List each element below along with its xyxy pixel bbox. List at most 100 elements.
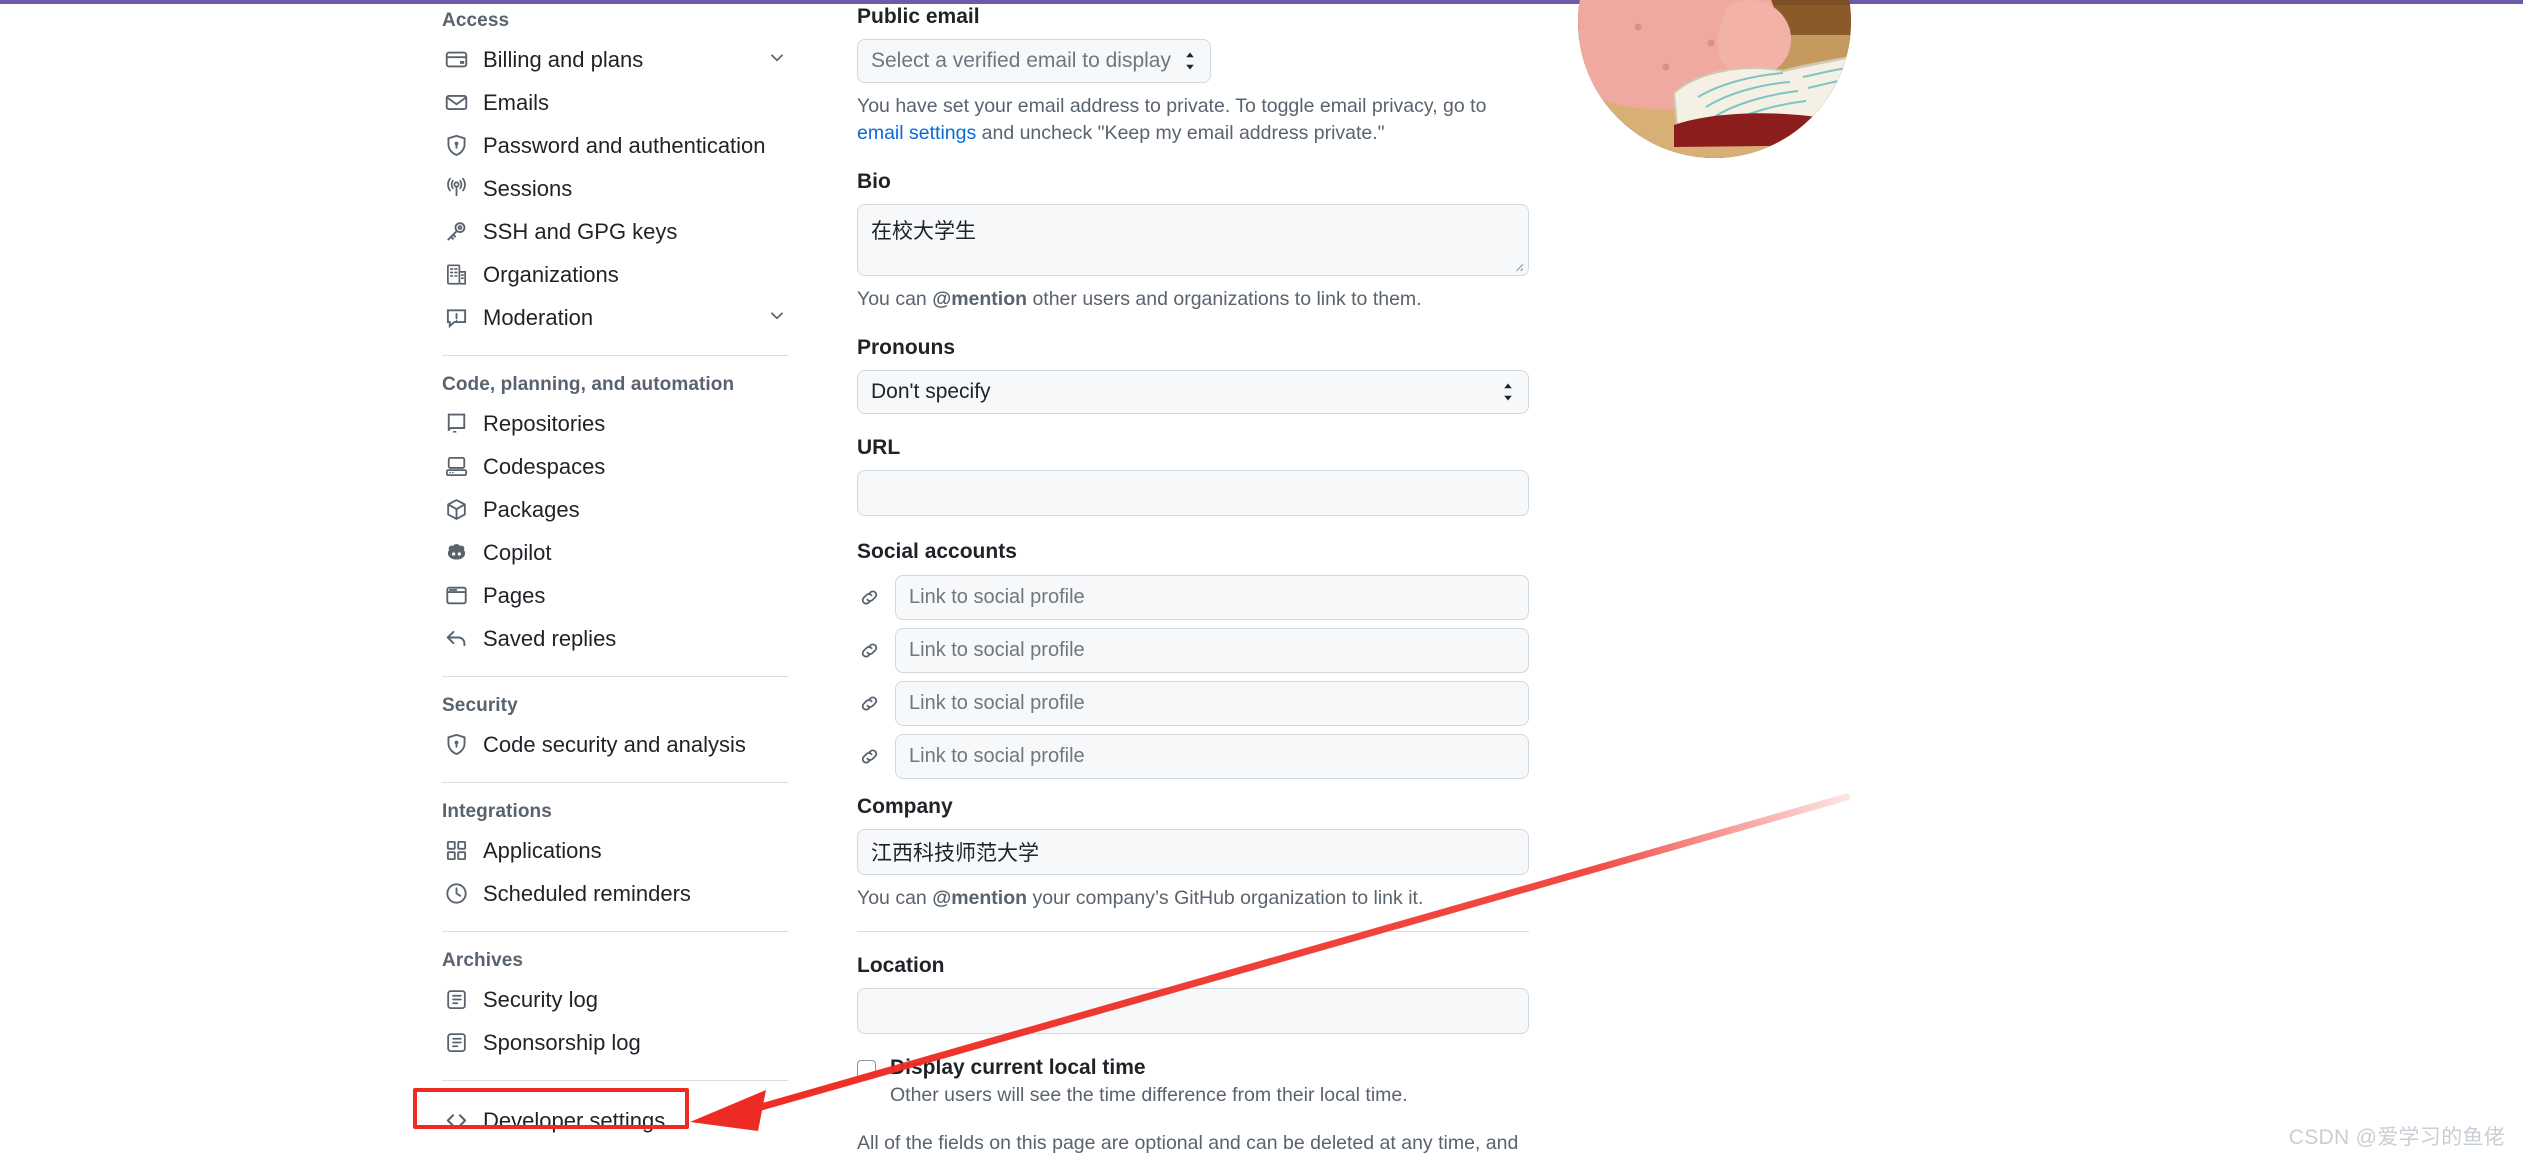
sidebar-item-label: Organizations: [483, 261, 619, 287]
sidebar-item-password-and-authentication[interactable]: Password and authentication: [430, 124, 800, 167]
chevron-down-icon: [768, 306, 786, 329]
code-icon: [442, 1107, 470, 1135]
sidebar-item-saved-replies[interactable]: Saved replies: [430, 617, 800, 660]
sidebar-item-ssh-and-gpg-keys[interactable]: SSH and GPG keys: [430, 210, 800, 253]
sidebar-item-label: Developer settings: [483, 1107, 666, 1133]
bio-hint: You can @mention other users and organiz…: [857, 286, 1529, 313]
field-bio: Bio 在校大学生 You can @mention other users a…: [857, 170, 1529, 313]
hint-text-before: You have set your email address to priva…: [857, 95, 1487, 117]
display-local-time-checkbox[interactable]: [857, 1059, 876, 1079]
sidebar-group-access: Access Billing and plans Emails Password…: [430, 10, 800, 339]
social-profile-input[interactable]: Link to social profile: [895, 681, 1529, 727]
sidebar-item-applications[interactable]: Applications: [430, 829, 800, 872]
field-display-local-time: Display current local time Other users w…: [857, 1056, 1529, 1107]
shield-lock-icon: [442, 731, 470, 759]
company-input[interactable]: 江西科技师范大学: [857, 829, 1529, 876]
pronouns-select[interactable]: Don't specify: [857, 370, 1529, 415]
sidebar-item-scheduled-reminders[interactable]: Scheduled reminders: [430, 872, 800, 915]
sidebar-item-moderation[interactable]: Moderation: [430, 296, 800, 339]
field-url: URL: [857, 436, 1529, 517]
sidebar-item-security-log[interactable]: Security log: [430, 978, 800, 1021]
profile-form: Public email Select a verified email to …: [857, 0, 1529, 1161]
link-icon: [857, 587, 881, 608]
avatar[interactable]: [1578, 0, 1851, 158]
field-pronouns: Pronouns Don't specify: [857, 336, 1529, 415]
log-icon: [442, 986, 470, 1014]
social-profile-input[interactable]: Link to social profile: [895, 575, 1529, 621]
location-label: Location: [857, 953, 945, 977]
sidebar-item-sessions[interactable]: Sessions: [430, 167, 800, 210]
field-company: Company 江西科技师范大学 You can @mention your c…: [857, 795, 1529, 912]
credit-card-icon: [442, 46, 470, 74]
sidebar-item-pages[interactable]: Pages: [430, 574, 800, 617]
sidebar-item-label: Repositories: [483, 410, 606, 436]
package-icon: [442, 496, 470, 524]
sidebar-item-label: Security log: [483, 986, 598, 1012]
pronouns-selected-value: Don't specify: [871, 380, 991, 404]
key-icon: [442, 218, 470, 246]
hint-text-after: and uncheck "Keep my email address priva…: [976, 121, 1385, 144]
sidebar-group-archives: Archives Security log Sponsorship log: [430, 950, 800, 1064]
social-account-row: Link to social profile: [857, 681, 1529, 727]
csdn-watermark: CSDN @爱学习的鱼佬: [2288, 1126, 2505, 1149]
display-local-time-label: Display current local time: [890, 1055, 1146, 1079]
sidebar-item-label: Packages: [483, 496, 580, 522]
url-input[interactable]: [857, 470, 1529, 517]
select-spinner-icon: [1501, 382, 1515, 402]
hint-text-after: other users and organizations to link to…: [1027, 288, 1422, 311]
sidebar-item-billing-and-plans[interactable]: Billing and plans: [430, 38, 800, 81]
hint-text-before: You can: [857, 887, 933, 910]
public-email-label: Public email: [857, 5, 980, 28]
public-email-select[interactable]: Select a verified email to display: [857, 39, 1211, 83]
email-settings-link[interactable]: email settings: [857, 122, 976, 144]
sidebar-item-label: Sponsorship log: [483, 1029, 641, 1055]
sidebar-group-title: Code, planning, and automation: [442, 374, 735, 395]
page-root: Access Billing and plans Emails Password…: [0, 0, 2523, 1161]
pronouns-label: Pronouns: [857, 336, 955, 360]
sidebar-item-repositories[interactable]: Repositories: [430, 402, 800, 445]
location-input[interactable]: [857, 987, 1529, 1034]
sidebar-item-packages[interactable]: Packages: [430, 488, 800, 531]
hint-text-after: your company’s GitHub organization to li…: [1027, 887, 1424, 910]
social-profile-input[interactable]: Link to social profile: [895, 628, 1529, 674]
sidebar-item-developer-settings[interactable]: Developer settings: [430, 1099, 800, 1142]
field-social-accounts: Social accounts Link to social profile L…: [857, 540, 1529, 780]
sidebar-item-label: Billing and plans: [483, 46, 644, 72]
sidebar-group-title: Access: [442, 10, 510, 31]
display-local-time-sub: Other users will see the time difference…: [890, 1083, 1408, 1106]
public-email-hint: You have set your email address to priva…: [857, 93, 1529, 146]
sidebar-item-copilot[interactable]: Copilot: [430, 531, 800, 574]
log-icon: [442, 1029, 470, 1057]
sidebar-divider: [442, 782, 788, 783]
sidebar-item-label: Saved replies: [483, 625, 617, 651]
sidebar-item-label: Applications: [483, 837, 602, 863]
company-label: Company: [857, 795, 953, 819]
avatar-area: Edit: [1578, 0, 1851, 158]
sidebar-group-title: Security: [442, 695, 518, 716]
broadcast-icon: [442, 175, 470, 203]
social-profile-input[interactable]: Link to social profile: [895, 734, 1529, 780]
link-icon: [857, 640, 881, 661]
social-accounts-list: Link to social profile Link to social pr…: [857, 575, 1529, 780]
url-label: URL: [857, 436, 901, 460]
sidebar-item-codespaces[interactable]: Codespaces: [430, 445, 800, 488]
field-location: Location: [857, 954, 1529, 1034]
social-account-row: Link to social profile: [857, 734, 1529, 780]
chevron-down-icon: [768, 48, 786, 71]
sidebar-item-organizations[interactable]: Organizations: [430, 253, 800, 296]
sidebar-item-emails[interactable]: Emails: [430, 81, 800, 124]
social-account-row: Link to social profile: [857, 628, 1529, 674]
sidebar-item-label: Pages: [483, 582, 546, 608]
clock-icon: [442, 880, 470, 908]
form-footer-note: All of the fields on this page are optio…: [857, 1131, 1519, 1154]
copilot-icon: [442, 539, 470, 567]
sidebar-group-integrations: Integrations Applications Scheduled remi…: [430, 801, 800, 915]
field-public-email: Public email Select a verified email to …: [857, 0, 1529, 146]
bio-textarea[interactable]: 在校大学生: [857, 204, 1529, 277]
link-icon: [857, 693, 881, 714]
organization-icon: [442, 261, 470, 289]
sidebar-item-code-security-and-analysis[interactable]: Code security and analysis: [430, 723, 800, 766]
sidebar-item-sponsorship-log[interactable]: Sponsorship log: [430, 1021, 800, 1064]
public-email-selected-value: Select a verified email to display: [871, 49, 1171, 72]
browser-icon: [442, 582, 470, 610]
